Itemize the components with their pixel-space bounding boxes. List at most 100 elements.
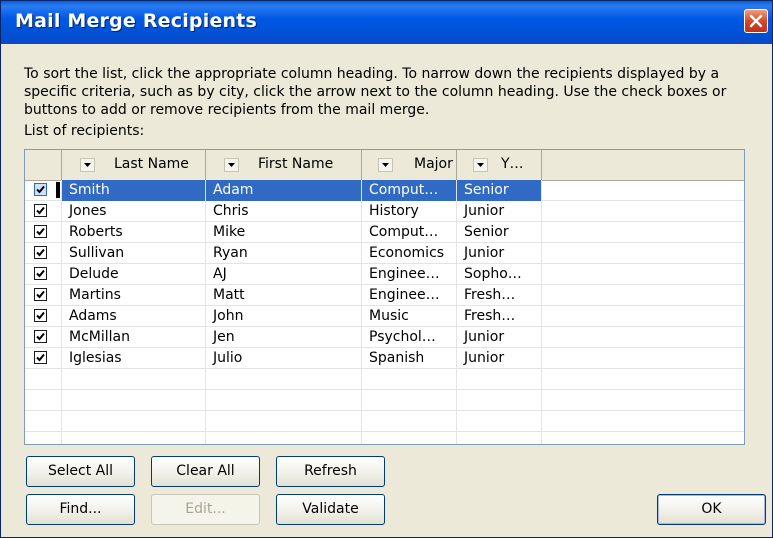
cell-year bbox=[457, 411, 542, 432]
include-checkbox[interactable] bbox=[34, 288, 47, 301]
cell-first: Julio bbox=[206, 348, 362, 369]
checkbox-cell bbox=[25, 306, 62, 327]
cell-last bbox=[62, 369, 206, 390]
table-row[interactable]: McMillan Jen Psychol… Junior bbox=[25, 327, 744, 348]
cell-first: Jen bbox=[206, 327, 362, 348]
checkbox-cell bbox=[25, 222, 62, 243]
close-icon bbox=[749, 14, 763, 28]
empty-row bbox=[25, 390, 744, 411]
table-row[interactable]: Martins Matt Enginee… Fresh… bbox=[25, 285, 744, 306]
checkmark-icon bbox=[36, 353, 45, 362]
cell-year: Senior bbox=[457, 222, 542, 243]
close-button[interactable] bbox=[744, 9, 768, 33]
cell-first: Ryan bbox=[206, 243, 362, 264]
cell-major: Comput… bbox=[362, 222, 457, 243]
cell-major bbox=[362, 411, 457, 432]
cell-first: Mike bbox=[206, 222, 362, 243]
table-row[interactable]: Jones Chris History Junior bbox=[25, 201, 744, 222]
cell-first: John bbox=[206, 306, 362, 327]
dropdown-arrow-icon[interactable] bbox=[224, 158, 239, 172]
checkbox-cell bbox=[25, 327, 62, 348]
include-checkbox[interactable] bbox=[34, 183, 47, 196]
cell-major: Enginee… bbox=[362, 264, 457, 285]
empty-row bbox=[25, 369, 744, 390]
cell-first bbox=[206, 390, 362, 411]
refresh-button[interactable]: Refresh bbox=[276, 456, 385, 487]
column-label: Last Name bbox=[114, 156, 189, 172]
checkmark-icon bbox=[36, 311, 45, 320]
cell-last: Roberts bbox=[62, 222, 206, 243]
checkmark-icon bbox=[36, 269, 45, 278]
mail-merge-dialog: Mail Merge Recipients To sort the list, … bbox=[0, 0, 773, 538]
column-label: Major bbox=[414, 156, 453, 172]
column-label: First Name bbox=[258, 156, 334, 172]
checkmark-icon bbox=[36, 332, 45, 341]
cell-major: Psychol… bbox=[362, 327, 457, 348]
dropdown-arrow-icon[interactable] bbox=[80, 158, 95, 172]
include-checkbox[interactable] bbox=[34, 309, 47, 322]
include-checkbox[interactable] bbox=[34, 330, 47, 343]
cell-year: Junior bbox=[457, 327, 542, 348]
cell-major bbox=[362, 369, 457, 390]
cell-first bbox=[206, 369, 362, 390]
select-all-button[interactable]: Select All bbox=[26, 456, 135, 487]
cell-major: Comput… bbox=[362, 180, 457, 201]
checkmark-icon bbox=[36, 290, 45, 299]
cell-major: Spanish bbox=[362, 348, 457, 369]
table-row[interactable]: Smith Adam Comput… Senior bbox=[25, 180, 744, 201]
column-header-last-name[interactable]: Last Name bbox=[62, 150, 206, 180]
cell-major bbox=[362, 390, 457, 411]
include-checkbox[interactable] bbox=[34, 204, 47, 217]
include-checkbox[interactable] bbox=[34, 225, 47, 238]
cell-first: Adam bbox=[206, 180, 362, 201]
title-bar[interactable]: Mail Merge Recipients bbox=[1, 1, 772, 44]
column-header-first-name[interactable]: First Name bbox=[206, 150, 362, 180]
checkbox-cell bbox=[25, 411, 62, 432]
cell-year: Sopho… bbox=[457, 264, 542, 285]
table-row[interactable]: Delude AJ Enginee… Sopho… bbox=[25, 264, 744, 285]
empty-row bbox=[25, 432, 744, 444]
validate-button[interactable]: Validate bbox=[276, 494, 385, 525]
checkbox-cell bbox=[25, 348, 62, 369]
clear-all-button[interactable]: Clear All bbox=[151, 456, 260, 487]
column-label: Y… bbox=[501, 156, 524, 172]
column-header-major[interactable]: Major bbox=[362, 150, 457, 180]
column-header-year[interactable]: Y… bbox=[457, 150, 542, 180]
cell-year: Fresh… bbox=[457, 306, 542, 327]
include-checkbox[interactable] bbox=[34, 351, 47, 364]
checkmark-icon bbox=[36, 227, 45, 236]
cell-last bbox=[62, 390, 206, 411]
empty-row bbox=[25, 411, 744, 432]
cell-last: Smith bbox=[62, 180, 206, 201]
include-checkbox[interactable] bbox=[34, 267, 47, 280]
cell-year bbox=[457, 369, 542, 390]
cell-major: Music bbox=[362, 306, 457, 327]
cell-year bbox=[457, 432, 542, 444]
table-row[interactable]: Adams John Music Fresh… bbox=[25, 306, 744, 327]
cell-year: Senior bbox=[457, 180, 542, 201]
dropdown-arrow-icon[interactable] bbox=[473, 158, 488, 172]
cell-major: History bbox=[362, 201, 457, 222]
checkbox-cell bbox=[25, 285, 62, 306]
include-checkbox[interactable] bbox=[34, 246, 47, 259]
cell-last: Jones bbox=[62, 201, 206, 222]
row-focus-indicator bbox=[56, 182, 60, 198]
find-button[interactable]: Find... bbox=[26, 494, 135, 525]
table-row[interactable]: Roberts Mike Comput… Senior bbox=[25, 222, 744, 243]
header-checkbox-column bbox=[25, 150, 62, 180]
cell-major bbox=[362, 432, 457, 444]
table-row[interactable]: Iglesias Julio Spanish Junior bbox=[25, 348, 744, 369]
cell-last: Adams bbox=[62, 306, 206, 327]
cell-last: Delude bbox=[62, 264, 206, 285]
cell-last: Sullivan bbox=[62, 243, 206, 264]
cell-year: Junior bbox=[457, 201, 542, 222]
cell-year: Junior bbox=[457, 243, 542, 264]
dropdown-arrow-icon[interactable] bbox=[378, 158, 393, 172]
edit-button[interactable]: Edit... bbox=[151, 494, 260, 525]
ok-button[interactable]: OK bbox=[657, 494, 766, 525]
checkmark-icon bbox=[36, 206, 45, 215]
recipients-grid[interactable]: Last Name First Name Major Y… Smith Adam… bbox=[24, 149, 745, 445]
checkbox-cell bbox=[25, 201, 62, 222]
table-row[interactable]: Sullivan Ryan Economics Junior bbox=[25, 243, 744, 264]
checkbox-cell bbox=[25, 432, 62, 444]
